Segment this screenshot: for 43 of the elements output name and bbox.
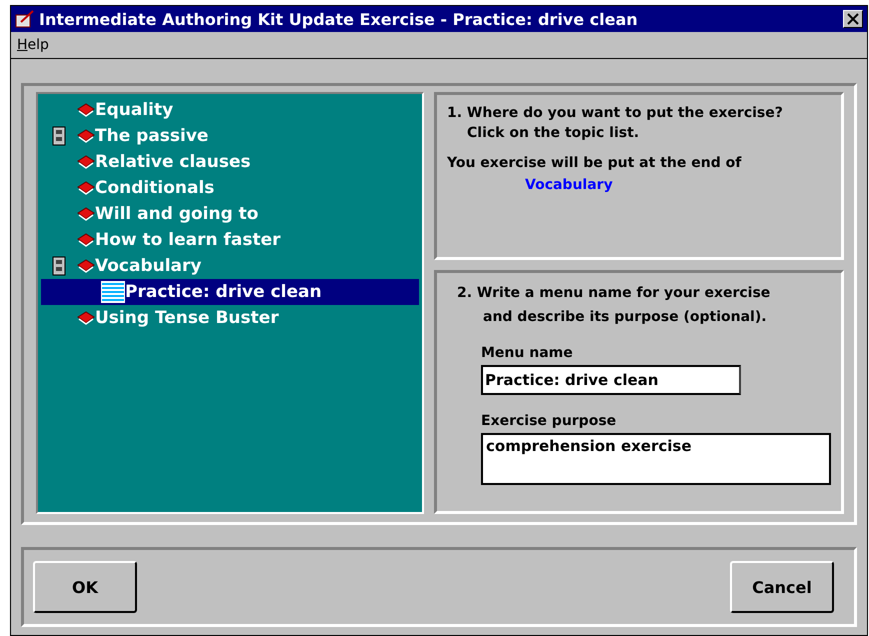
book-icon	[77, 259, 95, 273]
topic-label: Using Tense Buster	[95, 308, 279, 328]
step-heading: 1. Where do you want to put the exercise?	[447, 104, 784, 123]
topic-item[interactable]: Conditionals	[41, 175, 419, 201]
pen-pad-icon	[15, 10, 35, 28]
topic-label: Vocabulary	[95, 256, 202, 276]
page-icon	[101, 281, 125, 303]
book-icon	[77, 155, 95, 169]
dialog-button[interactable]: Cancel	[730, 561, 834, 613]
topic-label: Equality	[95, 100, 174, 120]
topic-item[interactable]: Equality	[41, 97, 419, 123]
field-label: Exercise purpose	[481, 413, 618, 430]
topic-item[interactable]: Practice: drive clean	[41, 279, 419, 305]
topic-item[interactable]: Will and going to	[41, 201, 419, 227]
purpose-field[interactable]: comprehension exercise	[481, 433, 831, 486]
topic-item[interactable]: Using Tense Buster	[41, 305, 419, 331]
topic-label: The passive	[95, 126, 208, 146]
field-label: Menu name	[481, 345, 574, 362]
book-icon	[77, 129, 95, 143]
book-icon	[77, 311, 95, 325]
topic-item[interactable]: How to learn faster	[41, 227, 419, 253]
menu-name-field[interactable]: Practice: drive clean	[481, 365, 741, 396]
book-icon	[77, 207, 95, 221]
book-icon	[77, 181, 95, 195]
step-heading: 2. Write a menu name for your exercise	[456, 284, 772, 304]
book-icon	[77, 103, 95, 117]
location-note: You exercise will be put at the end of	[447, 154, 742, 173]
dialog-button[interactable]: OK	[33, 561, 137, 613]
step-subheading: Click on the topic list.	[466, 124, 640, 143]
topic-label: Conditionals	[95, 178, 214, 198]
book-icon	[77, 233, 95, 247]
topic-label: Relative clauses	[95, 152, 251, 172]
target-topic: Vocabulary	[524, 177, 614, 193]
topic-item[interactable]: The passive	[41, 123, 419, 149]
menu-item[interactable]: Help	[15, 37, 51, 54]
window-title: Intermediate Authoring Kit Update Exercise - Practice: drive clean	[39, 10, 639, 29]
topic-label: Will and going to	[95, 204, 258, 224]
close-button[interactable]	[843, 10, 863, 28]
topic-item[interactable]: Relative clauses	[41, 149, 419, 175]
step-subheading: and describe its purpose (optional).	[482, 308, 768, 328]
topic-label: How to learn faster	[95, 230, 281, 250]
topic-item[interactable]: Vocabulary	[41, 253, 419, 279]
topic-label: Practice: drive clean	[125, 282, 322, 302]
